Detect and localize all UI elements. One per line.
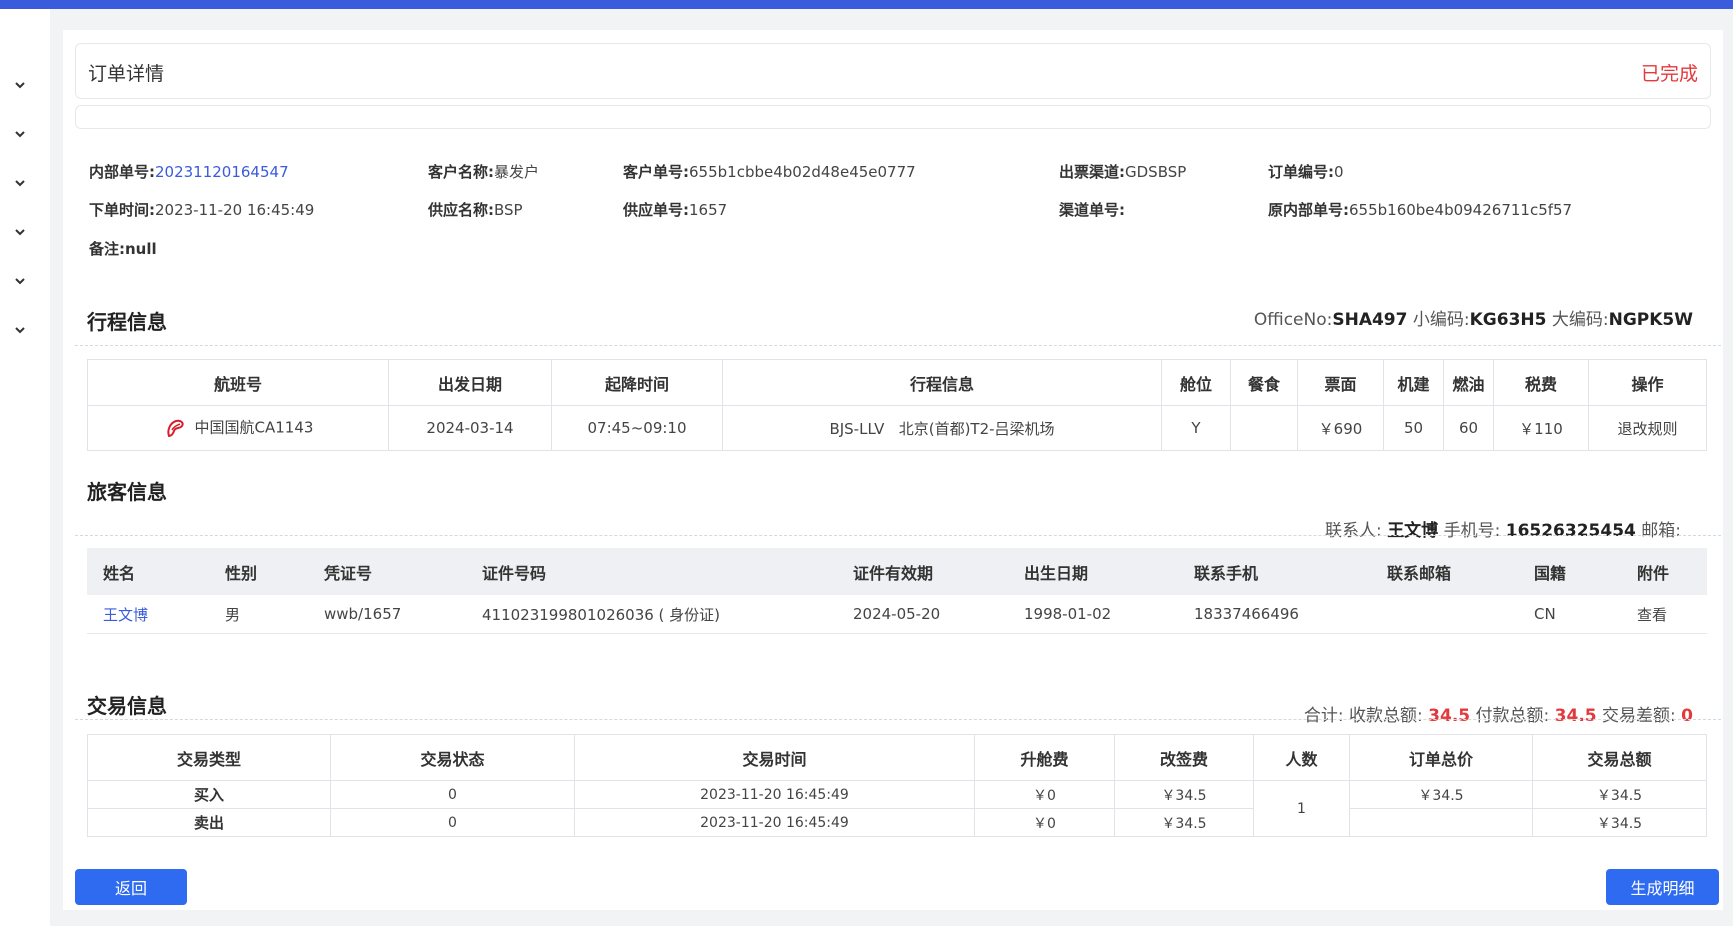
trade-table-header: 交易类型 交易状态 交易时间 升舱费 改签费 人数 订单总价 交易总额 [87, 734, 1707, 781]
table-row: 王文博 男 wwb/1657 411023199801026036 ( 身份证)… [87, 595, 1707, 634]
order-header-card: 订单详情 已完成 [75, 43, 1711, 99]
sidebar [0, 9, 50, 926]
table-row: 中国国航CA1143 2024-03-14 07:45~09:10 BJS-LL… [87, 405, 1707, 451]
trade-summary: 合计: 收款总额: 34.5 付款总额: 34.5 交易差额: 0 [1303, 706, 1693, 726]
section-divider [75, 345, 1721, 346]
section-divider [75, 719, 1721, 720]
customer-no-field: 客户单号:655b1cbbe4b02d48e45e0777 [623, 163, 916, 181]
trade-table: 交易类型 交易状态 交易时间 升舱费 改签费 人数 订单总价 交易总额 买入 0… [87, 734, 1707, 837]
passenger-section-title: 旅客信息 [87, 480, 167, 504]
people-count: 1 [1253, 780, 1350, 837]
page-title: 订单详情 [88, 63, 165, 85]
section-divider [75, 535, 1721, 536]
itinerary-codes: OfficeNo:SHA497 小编码:KG63H5 大编码:NGPK5W [1253, 310, 1693, 330]
chevron-down-icon[interactable] [14, 79, 26, 91]
main-content: 订单详情 已完成 内部单号:20231120164547 客户名称:暴发户 客户… [63, 30, 1723, 910]
flight-table-header: 航班号 出发日期 起降时间 行程信息 舱位 餐食 票面 机建 燃油 税费 操作 [87, 359, 1707, 406]
passenger-contact: 联系人: 王文博 手机号: 16526325454 邮箱: [1325, 521, 1681, 541]
flight-table: 航班号 出发日期 起降时间 行程信息 舱位 餐食 票面 机建 燃油 税费 操作 [87, 359, 1707, 451]
passenger-name-link[interactable]: 王文博 [87, 595, 209, 634]
passenger-table-header: 姓名 性别 凭证号 证件号码 证件有效期 出生日期 联系手机 联系邮箱 国籍 附… [87, 548, 1707, 595]
order-time-field: 下单时间:2023-11-20 16:45:49 [89, 201, 315, 219]
chevron-down-icon[interactable] [14, 177, 26, 189]
generate-detail-button[interactable]: 生成明细 [1606, 869, 1719, 905]
refund-rules-link[interactable]: 退改规则 [1588, 405, 1707, 451]
trade-section-title: 交易信息 [87, 694, 167, 718]
chevron-down-icon[interactable] [14, 324, 26, 336]
channel-no-field: 渠道单号: [1059, 201, 1125, 219]
supplier-no-field: 供应单号:1657 [623, 201, 728, 219]
orig-internal-no-field: 原内部单号:655b160be4b09426711c5f57 [1268, 201, 1573, 219]
air-china-logo-icon [166, 419, 184, 438]
supplier-name-field: 供应名称:BSP [428, 201, 523, 219]
remark-field: 备注:null [89, 240, 157, 258]
header-subcard [75, 105, 1711, 129]
attachment-view-link[interactable]: 查看 [1621, 595, 1707, 634]
chevron-down-icon[interactable] [14, 128, 26, 140]
back-button[interactable]: 返回 [75, 869, 187, 905]
customer-name-field: 客户名称:暴发户 [428, 163, 540, 181]
order-code-field: 订单编号:0 [1268, 163, 1344, 181]
passenger-table: 姓名 性别 凭证号 证件号码 证件有效期 出生日期 联系手机 联系邮箱 国籍 附… [87, 548, 1707, 634]
table-row: 买入 0 2023-11-20 16:45:49 ￥0 ￥34.5 1 ￥34.… [87, 780, 1707, 837]
status-badge: 已完成 [1640, 63, 1698, 85]
itinerary-section-title: 行程信息 [87, 310, 167, 334]
chevron-down-icon[interactable] [14, 226, 26, 238]
chevron-down-icon[interactable] [14, 275, 26, 287]
table-row: 卖出 0 2023-11-20 16:45:49 ￥0 ￥34.5 ￥34.5 [87, 808, 1707, 837]
top-accent-bar [0, 0, 1733, 9]
channel-field: 出票渠道:GDSBSP [1059, 163, 1187, 181]
internal-no-link[interactable]: 20231120164547 [155, 163, 289, 181]
flight-cell: 中国国航CA1143 [87, 405, 389, 451]
internal-no-field: 内部单号:20231120164547 [89, 163, 289, 181]
